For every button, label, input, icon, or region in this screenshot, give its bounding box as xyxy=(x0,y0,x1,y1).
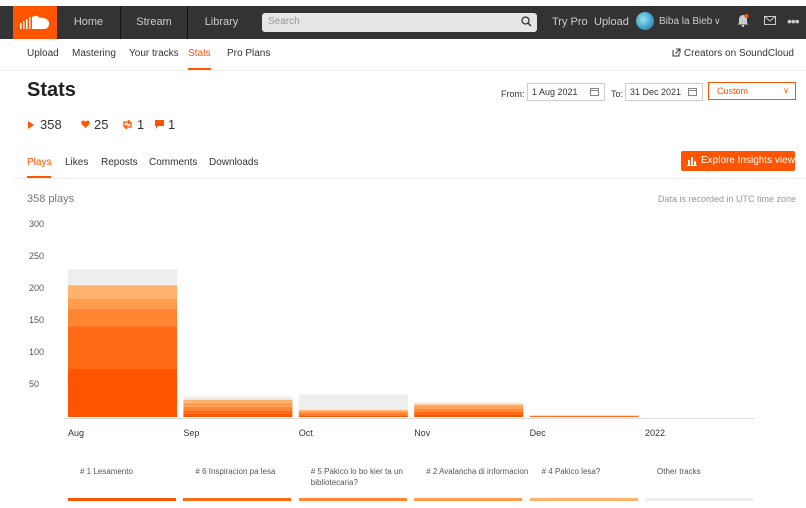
bar-segment-dec-series-6[interactable] xyxy=(529,415,639,416)
stacked-bar-chart xyxy=(68,269,639,417)
bar-segment-aug-series-5[interactable] xyxy=(68,285,177,299)
x-tick-label: Aug xyxy=(68,428,85,438)
bar-segment-oct-series-5[interactable] xyxy=(298,409,408,412)
bar-segment-oct-series-6[interactable] xyxy=(298,394,408,410)
bar-segment-oct-series-1[interactable] xyxy=(298,415,408,417)
bar-segment-aug-series-4[interactable] xyxy=(68,298,177,309)
legend-color-swatch xyxy=(68,498,176,501)
bar-segment-aug-series-6[interactable] xyxy=(68,269,177,286)
bar-segment-oct-series-3[interactable] xyxy=(298,412,408,415)
legend-track-label[interactable]: # 1 Lesamento xyxy=(80,466,188,477)
legend-track-label[interactable]: # 5 Pakico lo bo kier ta un bibliotecari… xyxy=(311,466,419,488)
legend-color-swatch xyxy=(414,498,523,501)
bar-segment-sep-series-6[interactable] xyxy=(183,396,293,400)
bar-segment-aug-series-2[interactable] xyxy=(68,326,177,369)
bar-segment-oct-series-2[interactable] xyxy=(298,414,408,416)
legend-track-label[interactable]: # 4 Pakico lesa? xyxy=(542,466,650,477)
x-tick-label: Oct xyxy=(298,428,313,438)
x-tick-label: Dec xyxy=(529,428,546,438)
bar-segment-nov-series-1[interactable] xyxy=(414,414,524,417)
x-tick-label: Sep xyxy=(183,428,200,438)
bar-segment-nov-series-2[interactable] xyxy=(414,411,524,415)
bar-segment-nov-series-3[interactable] xyxy=(414,408,524,412)
bar-segment-dec-series-1[interactable] xyxy=(529,416,639,417)
bar-segment-nov-series-6[interactable] xyxy=(414,402,524,405)
bar-segment-aug-series-3[interactable] xyxy=(68,308,177,327)
x-axis-line xyxy=(64,418,754,419)
bar-segment-sep-series-1[interactable] xyxy=(183,413,293,417)
x-tick-label: Nov xyxy=(414,428,431,438)
legend-color-swatch xyxy=(645,498,753,501)
bar-segment-sep-series-2[interactable] xyxy=(183,410,293,414)
bar-segment-sep-series-3[interactable] xyxy=(183,406,293,411)
bar-segment-sep-series-5[interactable] xyxy=(183,399,293,403)
bar-segment-nov-series-5[interactable] xyxy=(414,404,524,407)
legend-color-swatch xyxy=(183,498,292,501)
legend-color-swatch xyxy=(298,498,407,501)
bar-segment-dec-series-2[interactable] xyxy=(529,415,639,417)
bar-segment-sep-series-4[interactable] xyxy=(183,402,293,407)
legend-track-label[interactable]: # 6 Inspiracion pa lesa xyxy=(195,466,303,477)
legend-color-swatch xyxy=(529,498,638,501)
legend-track-label[interactable]: Other tracks xyxy=(657,466,765,477)
bar-segment-oct-series-4[interactable] xyxy=(298,411,408,413)
legend-track-label[interactable]: # 2 Avalancha di informacion xyxy=(426,466,534,477)
bar-segment-nov-series-4[interactable] xyxy=(414,406,524,409)
bar-segment-aug-series-1[interactable] xyxy=(68,369,177,417)
x-tick-label: 2022 xyxy=(645,428,666,438)
